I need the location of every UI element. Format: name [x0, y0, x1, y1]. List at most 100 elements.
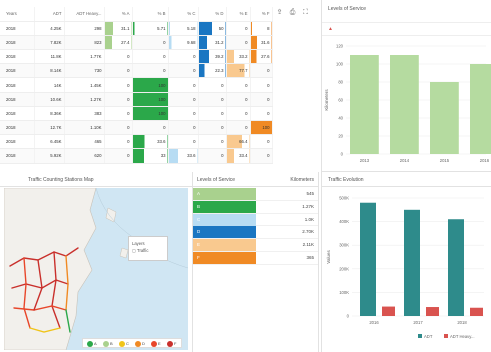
layers-item-traffic[interactable]: ▢ Traffic [132, 247, 164, 254]
export-icon[interactable]: ⇪ [275, 8, 284, 17]
table-cell-d: 0 [198, 134, 227, 150]
los-ytick-label: 120 [336, 44, 344, 49]
col-header-years[interactable]: Years [0, 7, 35, 22]
legend-dot-icon [135, 341, 141, 347]
table-row[interactable]: 2018 12.7K 1.10K 0 0 0 0 0 100 [0, 120, 273, 136]
table-cell-e: 0 [226, 21, 251, 36]
los-value: 2.11K [302, 242, 314, 248]
table-cell-heavy: 620 [64, 148, 105, 164]
evo-xtick-label: 2018 [457, 320, 467, 325]
table-row[interactable]: 2018 6.45K 465 0 33.6 0 0 66.4 0 [0, 134, 273, 150]
map-panel: Traffic Counting Stations Map Layers ▢ T… [0, 172, 192, 352]
table-cell-d: 22.3 [198, 63, 227, 79]
list-item[interactable]: A 545 [193, 188, 318, 201]
table-cell-d: 31.2 [198, 35, 227, 51]
evo-bar-adt[interactable] [448, 219, 464, 316]
island [119, 247, 129, 259]
table-cell-heavy: 1.77K [64, 49, 105, 65]
table-cell-c: 0 [168, 49, 199, 65]
table-row[interactable]: 2018 4.25K 298 31.1 5.71 5.18 50 0 8 [0, 21, 273, 36]
table-cell-b: 0 [132, 63, 169, 79]
list-item[interactable]: F 365 [193, 252, 318, 265]
table-cell-c: 0 [168, 106, 199, 122]
evo-ytick-label: 0 [347, 314, 350, 319]
table-cell-adt: 8.36K [34, 106, 65, 122]
table-cell-heavy: 1.27K [64, 92, 105, 107]
table-cell-b: 0 [132, 120, 169, 136]
evo-bar-adt-heavy[interactable] [426, 307, 439, 316]
table-cell-adt: 12.7K [34, 120, 65, 136]
print-icon[interactable]: ⎙ [288, 8, 297, 17]
los-bar[interactable] [350, 55, 379, 154]
evo-bar-adt-heavy[interactable] [470, 307, 483, 316]
col-header-pct-e[interactable]: % E [226, 7, 251, 22]
filter-marker-icon[interactable]: ▲ [328, 26, 333, 32]
legend-dot-icon [103, 341, 109, 347]
legend-dot-icon [167, 341, 173, 347]
list-item[interactable]: D 2.70K [193, 226, 318, 240]
layers-control[interactable]: Layers ▢ Traffic [128, 236, 168, 261]
list-item[interactable]: E 2.11K [193, 239, 318, 252]
los-bar[interactable] [390, 55, 419, 154]
evolution-header: Traffic Evolution [322, 172, 491, 187]
evo-legend-label[interactable]: ADT [424, 334, 433, 339]
table-row[interactable]: 2018 8.36K 383 0 100 0 0 0 0 [0, 106, 273, 122]
list-item[interactable]: C 1.0K [193, 213, 318, 227]
los-chart-panel: Levels of Service ▲ Kilometers 0 20 40 60 80 1… [321, 0, 491, 172]
table-cell-a: 0 [104, 120, 133, 136]
los-bar[interactable] [430, 82, 459, 154]
evolution-bar-chart: Values 0 100K 200K 300K 400K 500K 2016 2017 2018 A… [326, 196, 484, 339]
evo-ytick-label: 100K [339, 290, 349, 295]
los-list-header-left: Levels of Service [197, 177, 236, 183]
table-cell-heavy: 1.45K [64, 77, 105, 93]
table-row[interactable]: 2018 8.14K 730 0 0 0 22.3 77.7 0 [0, 63, 273, 79]
evo-bar-adt-heavy[interactable] [382, 306, 395, 316]
col-header-adt-heavy[interactable]: ADT Heavy... [64, 7, 105, 22]
table-row[interactable]: 2018 10.6K 1.27K 0 100 0 0 0 0 [0, 92, 273, 107]
col-header-pct-d[interactable]: % D [198, 7, 227, 22]
map-title: Traffic Counting Stations Map [28, 177, 94, 183]
layers-item-label: Traffic [137, 248, 149, 253]
evo-bar-adt[interactable] [404, 209, 420, 316]
table-cell-a: 0 [104, 63, 133, 79]
table-cell-e: 0 [226, 77, 251, 93]
los-list-header-right: Kilometers [290, 177, 314, 183]
table-cell-adt: 5.92K [34, 148, 65, 164]
table-cell-year: 2018 [0, 77, 35, 93]
list-item[interactable]: B 1.27K [193, 200, 318, 214]
table-cell-adt: 14K [34, 77, 65, 93]
los-ytick-label: 80 [338, 80, 343, 85]
los-xtick-label: 2015 [440, 158, 450, 163]
col-header-pct-c[interactable]: % C [168, 7, 199, 22]
los-color-chip: B [193, 200, 256, 213]
table-row[interactable]: 2018 14K 1.45K 0 100 0 0 0 0 [0, 77, 273, 93]
evo-ytick-label: 300K [339, 243, 349, 248]
los-xtick-label: 2016 [480, 158, 490, 163]
evo-bar-adt[interactable] [360, 202, 376, 316]
fullscreen-icon[interactable]: ⛶ [301, 8, 310, 17]
table-cell-b: 0 [132, 35, 169, 51]
table-cell-adt: 11.8K [34, 49, 65, 65]
evo-legend-label[interactable]: ADT Heavy... [450, 334, 475, 339]
landmass [4, 188, 97, 350]
table-cell-adt: 6.45K [34, 134, 65, 150]
table-cell-year: 2018 [0, 92, 35, 107]
table-cell-e: 33.2 [226, 49, 251, 65]
table-cell-b: 100 [132, 77, 169, 93]
table-row[interactable]: 2018 5.92K 620 0 33 33.6 0 33.4 0 [0, 148, 273, 164]
col-header-adt[interactable]: ADT [34, 7, 65, 22]
map-canvas[interactable]: Layers ▢ Traffic A B C D E F [4, 188, 188, 350]
table-row[interactable]: 2018 11.8K 1.77K 0 0 0 39.2 33.2 27.6 [0, 49, 273, 65]
col-header-pct-f[interactable]: % F [250, 7, 273, 22]
table-cell-c: 0 [168, 134, 199, 150]
table-row[interactable]: 2018 7.82K 823 27.4 0 9.68 31.2 0 31.6 [0, 35, 273, 51]
table-cell-c: 33.6 [168, 148, 199, 164]
map-svg [4, 188, 188, 350]
col-header-pct-b[interactable]: % B [132, 7, 169, 22]
los-bar[interactable] [470, 64, 491, 154]
col-header-pct-a[interactable]: % A [104, 7, 133, 22]
evolution-title: Traffic Evolution [328, 177, 364, 183]
los-ytick-label: 0 [341, 152, 344, 157]
los-filter-row[interactable]: ▲ [322, 22, 491, 36]
map-legend: A B C D E F [82, 338, 182, 348]
